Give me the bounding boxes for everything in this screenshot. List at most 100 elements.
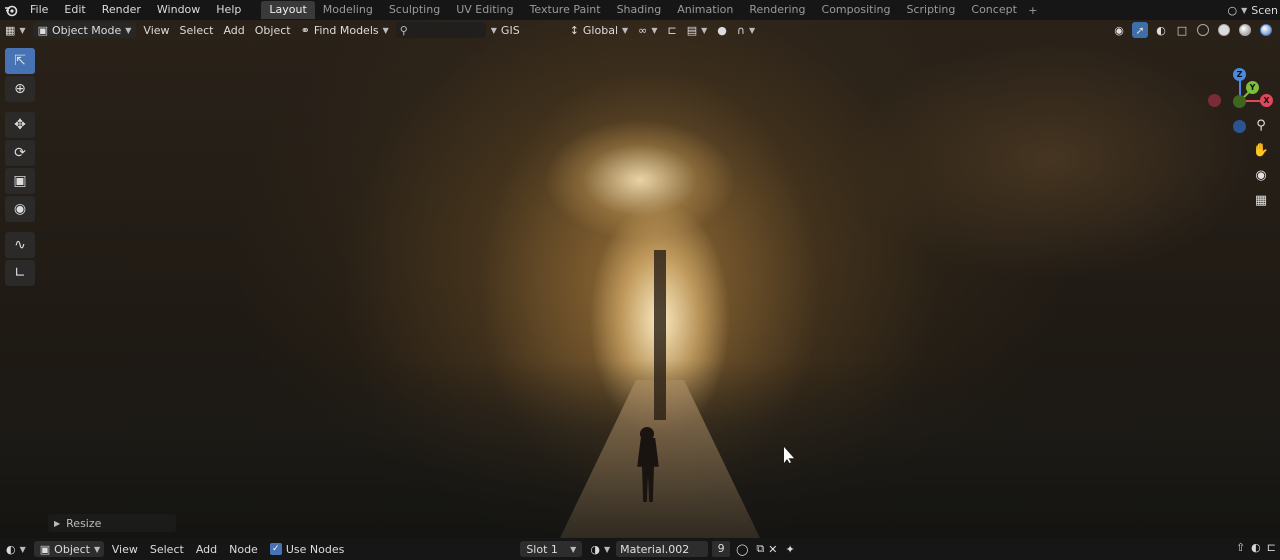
parent-node-icon[interactable]: ⇧: [1236, 541, 1245, 554]
tab-animation[interactable]: Animation: [669, 1, 741, 19]
menu-view[interactable]: View: [138, 22, 174, 38]
use-nodes-label: Use Nodes: [285, 542, 345, 556]
neg-x-axis-handle[interactable]: [1208, 94, 1221, 107]
tab-compositing[interactable]: Compositing: [814, 1, 899, 19]
solid-ball: [1218, 24, 1230, 36]
snap-toggle[interactable]: ⊏: [662, 22, 681, 38]
tool-divider: [5, 224, 37, 230]
proportional-toggle[interactable]: ●: [712, 22, 732, 38]
search-input[interactable]: ⚲: [395, 22, 486, 38]
overlay-icon[interactable]: ◐: [1153, 22, 1169, 38]
shading-wireframe-icon[interactable]: [1195, 22, 1211, 38]
shader-type-label: Object: [54, 542, 90, 556]
scale-icon[interactable]: ▣: [5, 168, 35, 194]
neg-z-axis-handle[interactable]: [1233, 120, 1246, 133]
slot-label: Slot 1: [526, 542, 558, 556]
node-editor-type-button[interactable]: ◐ ▼: [0, 541, 32, 557]
y-axis-handle[interactable]: Y: [1246, 81, 1259, 94]
chevron-down-icon: ▼: [570, 544, 577, 554]
add-workspace-icon[interactable]: +: [1025, 4, 1041, 17]
shader-type-dropdown[interactable]: ▣ Object ▼: [33, 541, 104, 557]
zoom-icon[interactable]: ⚲: [1252, 116, 1270, 134]
editor-type-button[interactable]: ▦ ▼: [0, 22, 31, 38]
tab-rendering[interactable]: Rendering: [741, 1, 813, 19]
snap-icon[interactable]: ⊏: [1267, 541, 1276, 554]
move-icon[interactable]: ✥: [5, 112, 35, 138]
menu-file[interactable]: File: [22, 0, 56, 20]
mode-label: Object Mode: [51, 23, 122, 37]
menu-add[interactable]: Add: [218, 22, 249, 38]
visibility-icon[interactable]: ◉: [1111, 22, 1127, 38]
tab-sculpting[interactable]: Sculpting: [381, 1, 448, 19]
fake-user-icon[interactable]: ◯: [730, 541, 754, 557]
blender-logo-icon[interactable]: [0, 0, 22, 20]
chevron-down-icon: ▼: [382, 25, 389, 35]
overlay-icon[interactable]: ◐: [1251, 541, 1261, 554]
select-box-icon[interactable]: ⇱: [5, 48, 35, 74]
material-browse-button[interactable]: ◑ ▼: [584, 541, 616, 557]
viewport-pillar: [654, 250, 666, 420]
tab-uv-editing[interactable]: UV Editing: [448, 1, 521, 19]
menu-select[interactable]: Select: [175, 22, 219, 38]
unlink-material-icon[interactable]: ✕: [766, 541, 779, 557]
measure-icon[interactable]: ∟: [5, 260, 35, 286]
pivot-button[interactable]: ∞ ▼: [633, 22, 662, 38]
orientation-label: Global: [582, 23, 618, 37]
chevron-down-icon: ▼: [622, 25, 629, 35]
use-nodes-toggle[interactable]: ✓ Use Nodes: [264, 541, 351, 557]
scene-selector[interactable]: ○ ▼ Scen: [1227, 0, 1280, 20]
object-mode-icon: ▣: [37, 23, 48, 37]
navigation-buttons: ⚲ ✋ ◉ ▦: [1252, 116, 1270, 209]
material-user-count[interactable]: 9: [712, 541, 731, 557]
find-models-button[interactable]: ⚭ Find Models ▼: [296, 22, 394, 38]
node-menu-view[interactable]: View: [106, 541, 144, 557]
snap-mode-icon: ▤: [686, 23, 698, 37]
pan-hand-icon[interactable]: ✋: [1252, 141, 1270, 159]
cursor-icon[interactable]: ⊕: [5, 76, 35, 102]
use-nodes-checkbox[interactable]: ✓: [269, 543, 282, 555]
tab-layout[interactable]: Layout: [261, 1, 315, 19]
shading-rendered-icon[interactable]: [1258, 22, 1274, 38]
x-axis-handle[interactable]: X: [1260, 94, 1273, 107]
z-axis-handle[interactable]: Z: [1233, 68, 1246, 81]
orientation-dropdown[interactable]: ↕ Global ▼: [565, 22, 633, 38]
material-sphere-icon: ◑: [590, 542, 600, 556]
tab-texture-paint[interactable]: Texture Paint: [522, 1, 609, 19]
menu-help[interactable]: Help: [208, 0, 249, 20]
annotate-icon[interactable]: ∿: [5, 232, 35, 258]
rotate-icon[interactable]: ⟳: [5, 140, 35, 166]
last-operator-panel[interactable]: ▶ Resize: [48, 514, 176, 532]
slot-dropdown[interactable]: Slot 1 ▼: [520, 541, 583, 557]
shading-material-icon[interactable]: [1237, 22, 1253, 38]
3d-viewport[interactable]: ▦ ▼ ▣ Object Mode ▼ View Select Add Obje…: [0, 20, 1280, 538]
snap-mode-button[interactable]: ▤ ▼: [682, 22, 713, 38]
gis-menu[interactable]: ▼ GIS: [486, 22, 525, 38]
menu-object[interactable]: Object: [250, 22, 296, 38]
find-models-label: Find Models: [313, 23, 379, 37]
mode-dropdown[interactable]: ▣ Object Mode ▼: [32, 22, 137, 38]
chevron-down-icon: ▼: [748, 25, 756, 35]
node-menu-select[interactable]: Select: [144, 541, 190, 557]
tab-scripting[interactable]: Scripting: [898, 1, 963, 19]
menu-edit[interactable]: Edit: [56, 0, 93, 20]
neg-y-axis-handle[interactable]: [1233, 95, 1246, 108]
material-name-field[interactable]: Material.002: [616, 541, 709, 557]
menu-window[interactable]: Window: [149, 0, 208, 20]
shading-solid-icon[interactable]: [1216, 22, 1232, 38]
transform-icon[interactable]: ◉: [5, 196, 35, 222]
tab-concept[interactable]: Concept: [963, 1, 1025, 19]
camera-icon[interactable]: ◉: [1252, 166, 1270, 184]
falloff-button[interactable]: ∩ ▼: [732, 22, 760, 38]
tab-shading[interactable]: Shading: [609, 1, 670, 19]
scene-label: Scen: [1251, 3, 1278, 17]
pin-icon[interactable]: ✦: [779, 541, 800, 557]
tab-modeling[interactable]: Modeling: [315, 1, 381, 19]
menu-render[interactable]: Render: [94, 0, 149, 20]
pivot-icon: ∞: [638, 23, 648, 37]
duplicate-material-icon[interactable]: ⧉: [754, 541, 766, 557]
node-menu-node[interactable]: Node: [223, 541, 264, 557]
xray-icon[interactable]: □: [1174, 22, 1190, 38]
node-menu-add[interactable]: Add: [190, 541, 223, 557]
grid-icon[interactable]: ▦: [1252, 191, 1270, 209]
gizmo-toggle-icon[interactable]: ➚: [1132, 22, 1148, 38]
